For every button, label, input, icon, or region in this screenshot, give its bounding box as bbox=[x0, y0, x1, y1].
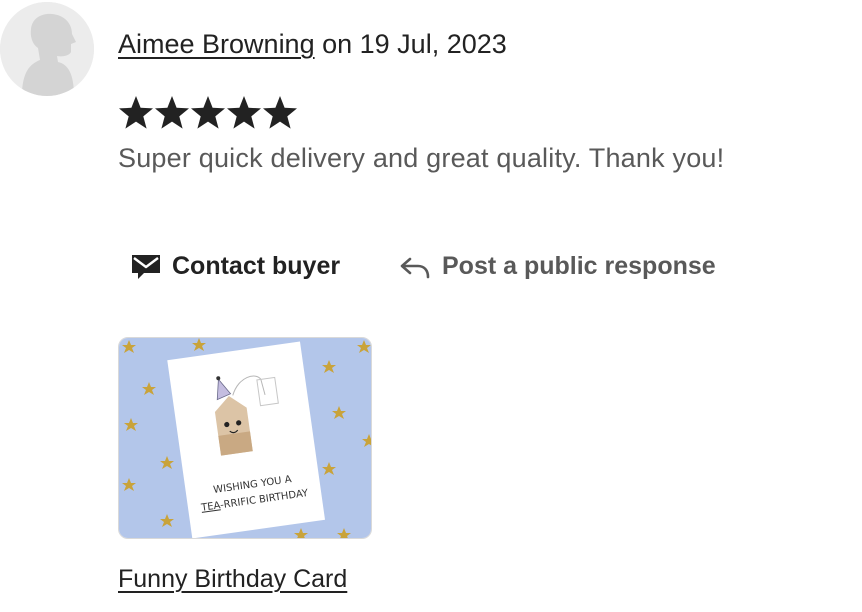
default-avatar-silhouette-icon bbox=[0, 2, 94, 96]
review-header: Aimee Browning on 19 Jul, 2023 bbox=[118, 26, 507, 62]
star-filled-icon bbox=[155, 96, 189, 129]
review-text: Super quick delivery and great quality. … bbox=[118, 143, 725, 173]
star-filled-icon bbox=[263, 96, 297, 129]
contact-buyer-label: Contact buyer bbox=[172, 251, 341, 280]
birthday-card-image: WISHING YOU A TEA-RRIFIC BIRTHDAY bbox=[119, 338, 371, 538]
contact-buyer-button[interactable]: Contact buyer bbox=[130, 244, 340, 288]
star-rating bbox=[118, 94, 298, 132]
product-title-link[interactable]: Funny Birthday Card bbox=[118, 562, 347, 596]
star-filled-icon bbox=[119, 96, 153, 129]
review-date: 19 Jul, 2023 bbox=[359, 29, 507, 59]
reviewer-name-link[interactable]: Aimee Browning bbox=[118, 29, 315, 59]
star-filled-icon bbox=[227, 96, 261, 129]
product-thumbnail[interactable]: WISHING YOU A TEA-RRIFIC BIRTHDAY bbox=[118, 337, 372, 539]
post-public-response-button[interactable]: Post a public response bbox=[398, 244, 716, 288]
star-filled-icon bbox=[191, 96, 225, 129]
reply-arrow-icon bbox=[398, 251, 432, 281]
envelope-icon bbox=[130, 251, 162, 281]
date-prefix: on bbox=[314, 29, 360, 59]
post-public-response-label: Post a public response bbox=[442, 251, 716, 280]
reviewer-avatar bbox=[0, 2, 94, 96]
